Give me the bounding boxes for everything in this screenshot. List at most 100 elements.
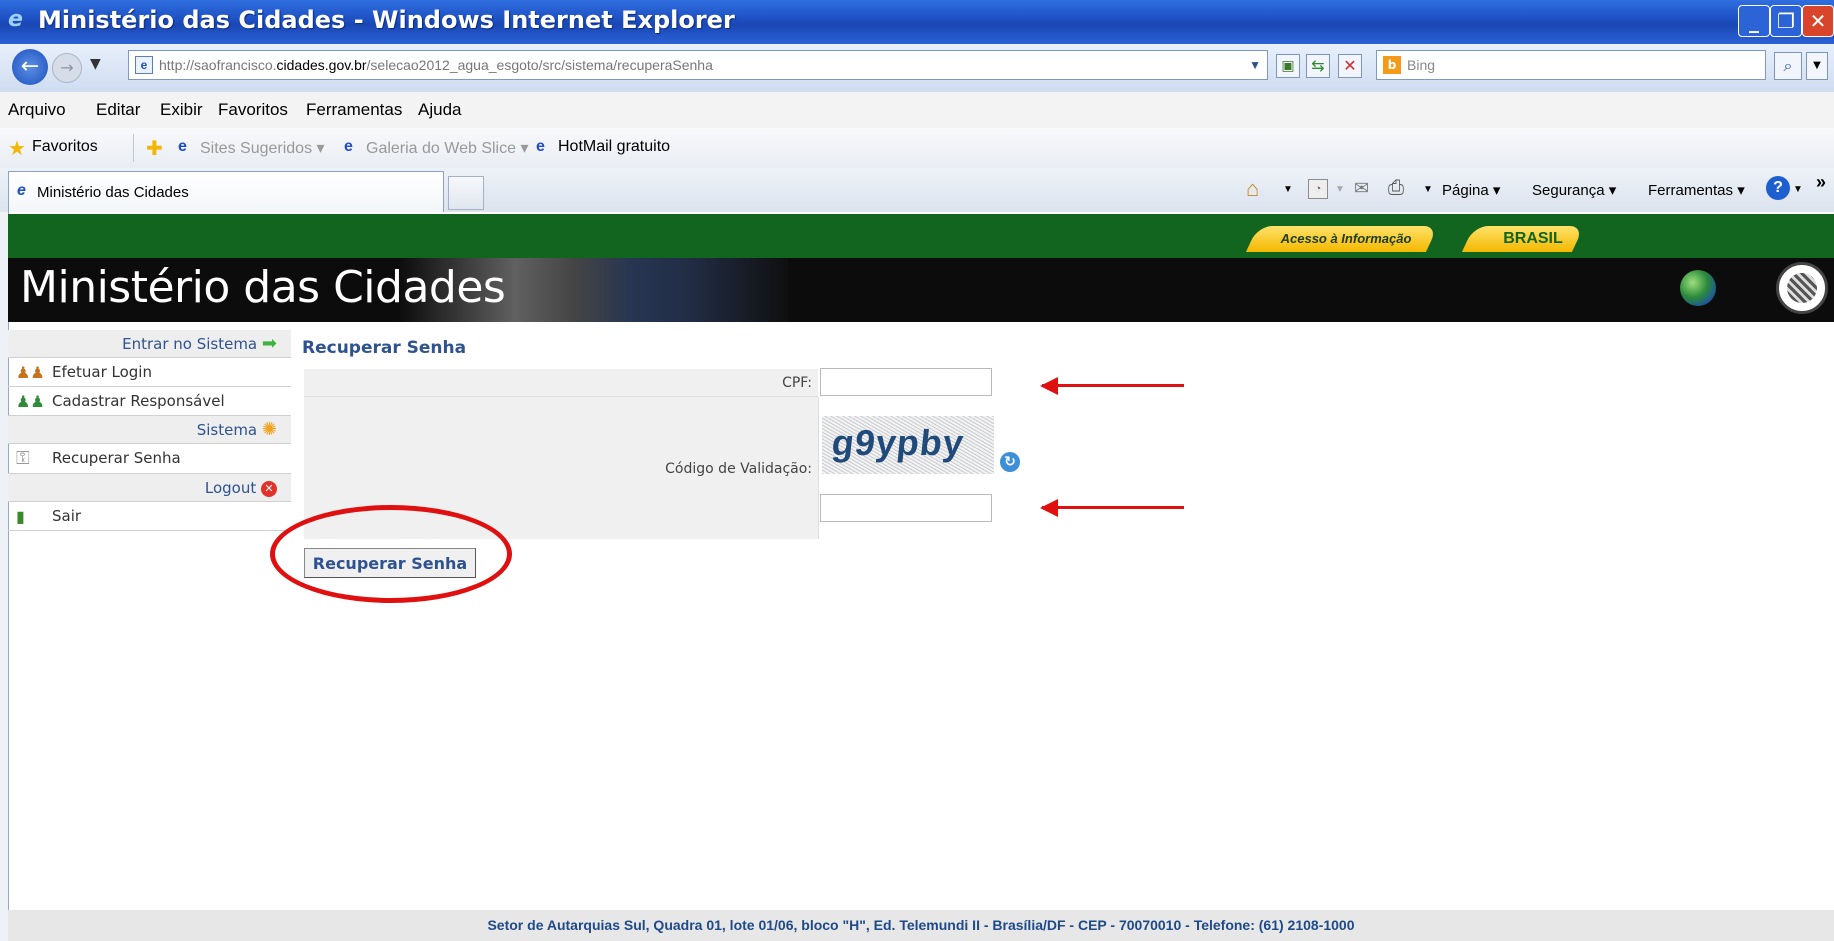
ie-tab-icon: e	[17, 182, 26, 199]
window-title: Ministério das Cidades - Windows Interne…	[38, 6, 735, 34]
favorites-star-icon: ★	[8, 138, 26, 160]
page-title: Recuperar Senha	[302, 338, 467, 358]
page-icon: e	[135, 56, 153, 74]
separator	[133, 134, 134, 162]
cpf-row: CPF:	[304, 369, 818, 397]
ie-page-icon: e	[178, 138, 187, 155]
search-options-icon[interactable]: ▼	[1806, 52, 1828, 80]
annotation-arrow-code	[1042, 506, 1184, 509]
url-prefix: http://saofrancisco.	[159, 57, 277, 73]
forward-arrow-icon: →	[60, 58, 74, 77]
cpf-label: CPF:	[782, 375, 812, 391]
menu-exibir[interactable]: Exibir	[160, 100, 203, 120]
ministry-seal-icon[interactable]	[1776, 262, 1828, 314]
menu-ajuda[interactable]: Ajuda	[418, 100, 461, 120]
sidebar-header-entrar: Entrar no Sistema ➡	[8, 330, 291, 358]
help-icon[interactable]: ?	[1766, 176, 1790, 200]
close-button[interactable]: ✕	[1802, 5, 1834, 37]
sidebar-header-logout: Logout ✕	[8, 474, 291, 502]
favorites-button[interactable]: Favoritos	[32, 138, 98, 156]
sidebar-item-sair[interactable]: ▮ Sair	[8, 502, 291, 531]
sidebar-header-sistema: Sistema ✺	[8, 416, 291, 444]
maximize-button[interactable]: ❐	[1770, 5, 1802, 37]
mail-icon[interactable]: ✉	[1354, 178, 1369, 199]
users-add-icon: ♟♟	[16, 392, 45, 411]
menu-arquivo[interactable]: Arquivo	[8, 100, 66, 120]
site-banner: Ministério das Cidades	[8, 258, 1834, 322]
gear-icon: ✺	[261, 419, 277, 440]
annotation-ellipse	[270, 505, 512, 603]
refresh-captcha-icon[interactable]: ↻	[1000, 452, 1020, 472]
address-toolbar: ← → ▼ e http://saofrancisco.cidades.gov.…	[0, 44, 1834, 93]
favorite-web-slice-gallery[interactable]: Galeria do Web Slice ▾	[366, 138, 528, 158]
ie-page-icon: e	[344, 138, 353, 155]
url-dropdown-icon[interactable]: ▼	[1249, 51, 1261, 79]
refresh-icon[interactable]: ⇆	[1306, 54, 1330, 78]
compatibility-view-icon[interactable]: ▣	[1276, 54, 1300, 78]
back-arrow-icon: ←	[20, 54, 40, 79]
logout-x-icon: ✕	[261, 480, 277, 497]
security-menu-button[interactable]: Segurança ▾	[1532, 181, 1616, 199]
ie-logo-icon: e	[8, 7, 23, 32]
search-button-icon[interactable]: ⌕	[1774, 52, 1802, 80]
window-titlebar: e Ministério das Cidades - Windows Inter…	[0, 0, 1834, 44]
tab-bar: e Ministério das Cidades ⌂ ▼ ◔ ▼ ✉ ⎙ ▼ P…	[0, 168, 1834, 213]
feeds-dropdown-icon: ▼	[1335, 184, 1345, 195]
menu-bar: Arquivo Editar Exibir Favoritos Ferramen…	[0, 92, 1834, 129]
stop-icon[interactable]: ✕	[1338, 54, 1362, 78]
new-tab-button[interactable]	[448, 176, 484, 210]
sidebar-menu: Entrar no Sistema ➡ ♟♟ Efetuar Login ♟♟ …	[8, 330, 291, 531]
url-domain: cidades.gov.br	[276, 57, 367, 73]
menu-ferramentas[interactable]: Ferramentas	[306, 100, 402, 120]
code-label: Código de Validação:	[665, 461, 812, 477]
sidebar-item-cadastrar-responsavel[interactable]: ♟♟ Cadastrar Responsável	[8, 387, 291, 416]
annotation-arrowhead-code	[1040, 499, 1058, 517]
home-dropdown-icon[interactable]: ▼	[1283, 184, 1293, 195]
captcha-text: g9ypby	[829, 422, 967, 463]
gov-top-bar: Acesso à Informação BRASIL	[8, 214, 1834, 258]
favorite-hotmail[interactable]: HotMail gratuito	[558, 138, 670, 156]
minimize-button[interactable]: _	[1738, 5, 1770, 37]
site-title[interactable]: Ministério das Cidades	[20, 262, 506, 313]
print-dropdown-icon[interactable]: ▼	[1423, 184, 1433, 195]
home-icon[interactable]: ⌂	[1246, 176, 1259, 202]
brasil-label[interactable]: BRASIL	[1478, 230, 1588, 248]
menu-editar[interactable]: Editar	[96, 100, 140, 120]
tools-menu-button[interactable]: Ferramentas ▾	[1648, 181, 1745, 199]
search-placeholder: Bing	[1407, 57, 1436, 73]
key-icon: ⚿	[16, 448, 30, 469]
annotation-arrow-cpf	[1042, 384, 1184, 387]
recent-pages-dropdown-icon[interactable]: ▼	[90, 56, 101, 72]
green-arrow-icon: ➡	[261, 333, 277, 354]
footer-address: Setor de Autarquias Sul, Quadra 01, lote…	[487, 917, 1355, 933]
back-button[interactable]: ←	[12, 49, 48, 85]
page-menu-button[interactable]: Página ▾	[1442, 181, 1500, 199]
annotation-arrowhead-cpf	[1040, 377, 1058, 395]
menu-favoritos[interactable]: Favoritos	[218, 100, 288, 120]
add-favorite-icon[interactable]: ✚	[146, 136, 163, 161]
search-input[interactable]: b Bing	[1376, 50, 1766, 80]
access-info-label[interactable]: Acesso à Informação	[1266, 231, 1426, 246]
feeds-icon[interactable]: ◔	[1308, 179, 1328, 199]
sidebar-item-recuperar-senha[interactable]: ⚿ Recuperar Senha	[8, 444, 291, 474]
url-input[interactable]: e http://saofrancisco.cidades.gov.br/sel…	[128, 50, 1268, 80]
validation-code-input[interactable]	[820, 494, 992, 522]
bing-icon: b	[1383, 56, 1401, 74]
favorites-bar: ★ Favoritos ✚ e Sites Sugeridos ▾ e Gale…	[0, 128, 1834, 169]
tab-ministerio[interactable]: e Ministério das Cidades	[8, 171, 444, 213]
url-path: /selecao2012_agua_esgoto/src/sistema/rec…	[366, 57, 713, 73]
sidebar-item-efetuar-login[interactable]: ♟♟ Efetuar Login	[8, 358, 291, 387]
users-icon: ♟♟	[16, 363, 45, 382]
favorite-suggested-sites[interactable]: Sites Sugeridos ▾	[200, 138, 325, 158]
forward-button[interactable]: →	[52, 53, 82, 83]
print-icon[interactable]: ⎙	[1388, 177, 1404, 200]
cpf-input[interactable]	[820, 368, 992, 396]
globe-icon[interactable]	[1680, 270, 1716, 306]
help-dropdown-icon[interactable]: ▼	[1793, 184, 1803, 195]
captcha-image: g9ypby	[822, 416, 994, 474]
exit-door-icon: ▮	[16, 507, 25, 526]
more-chevron-icon[interactable]: »	[1816, 172, 1826, 193]
tab-label: Ministério das Cidades	[37, 184, 189, 201]
ie-page-icon: e	[536, 138, 545, 155]
site-footer: Setor de Autarquias Sul, Quadra 01, lote…	[8, 910, 1834, 941]
